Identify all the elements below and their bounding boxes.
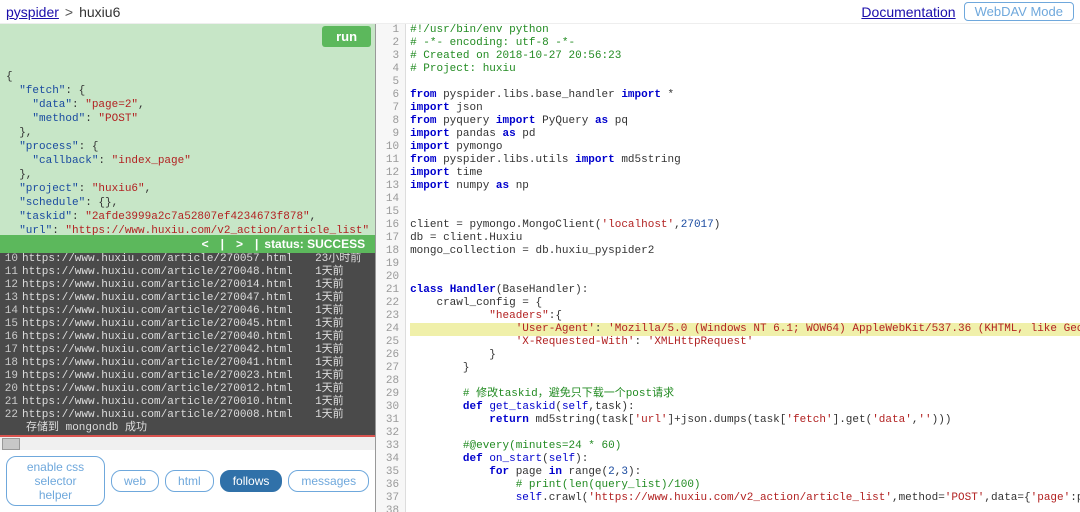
horizontal-scrollbar[interactable] [0, 437, 375, 450]
log-row[interactable]: 10https://www.huxiu.com/article/270057.h… [0, 253, 375, 266]
log-row[interactable]: 19https://www.huxiu.com/article/270023.h… [0, 370, 375, 383]
breadcrumb-current: huxiu6 [79, 4, 120, 20]
task-json-panel: run { "fetch": { "data": "page=2", "meth… [0, 24, 375, 235]
status-label: status: SUCCESS [264, 237, 365, 251]
left-pane: run { "fetch": { "data": "page=2", "meth… [0, 24, 376, 512]
next-button[interactable]: > [230, 237, 249, 251]
run-button[interactable]: run [322, 26, 371, 47]
web-tab-button[interactable]: web [111, 470, 159, 492]
log-row[interactable]: 17https://www.huxiu.com/article/270042.h… [0, 344, 375, 357]
log-row[interactable]: 21https://www.huxiu.com/article/270010.h… [0, 396, 375, 409]
css-helper-button[interactable]: enable css selector helper [6, 456, 105, 506]
log-row[interactable]: 15https://www.huxiu.com/article/270045.h… [0, 318, 375, 331]
html-tab-button[interactable]: html [165, 470, 214, 492]
status-bar: < | > | status: SUCCESS [0, 235, 375, 253]
log-row[interactable]: 11https://www.huxiu.com/article/270048.h… [0, 266, 375, 279]
breadcrumb-sep: > [65, 4, 73, 20]
documentation-link[interactable]: Documentation [861, 4, 955, 20]
log-row[interactable]: 18https://www.huxiu.com/article/270041.h… [0, 357, 375, 370]
log-row[interactable]: 22https://www.huxiu.com/article/270008.h… [0, 409, 375, 422]
log-row[interactable]: 20https://www.huxiu.com/article/270012.h… [0, 383, 375, 396]
code-editor[interactable]: 1234567891011121314151617181920212223242… [376, 24, 1080, 512]
breadcrumb-root-link[interactable]: pyspider [6, 4, 59, 20]
log-row[interactable]: 12https://www.huxiu.com/article/270014.h… [0, 279, 375, 292]
messages-tab-button[interactable]: messages [288, 470, 369, 492]
log-row[interactable]: 16https://www.huxiu.com/article/270040.h… [0, 331, 375, 344]
line-gutter: 1234567891011121314151617181920212223242… [376, 24, 406, 512]
webdav-mode-button[interactable]: WebDAV Mode [964, 2, 1074, 21]
prev-button[interactable]: < [196, 237, 215, 251]
breadcrumb: pyspider > huxiu6 [6, 4, 120, 20]
status-sep2: | [255, 237, 258, 251]
log-final-message: 存储到 mongondb 成功 [0, 422, 375, 435]
header-bar: pyspider > huxiu6 Documentation WebDAV M… [0, 0, 1080, 24]
follows-log-panel: 10https://www.huxiu.com/article/270057.h… [0, 253, 375, 435]
status-sep: | [221, 237, 224, 251]
log-row[interactable]: 13https://www.huxiu.com/article/270047.h… [0, 292, 375, 305]
bottom-toolbar: enable css selector helper web html foll… [0, 450, 375, 512]
log-row[interactable]: 14https://www.huxiu.com/article/270046.h… [0, 305, 375, 318]
code-content[interactable]: #!/usr/bin/env python# -*- encoding: utf… [406, 24, 1080, 512]
right-pane: save 12345678910111213141516171819202122… [376, 24, 1080, 512]
follows-tab-button[interactable]: follows [220, 470, 283, 492]
